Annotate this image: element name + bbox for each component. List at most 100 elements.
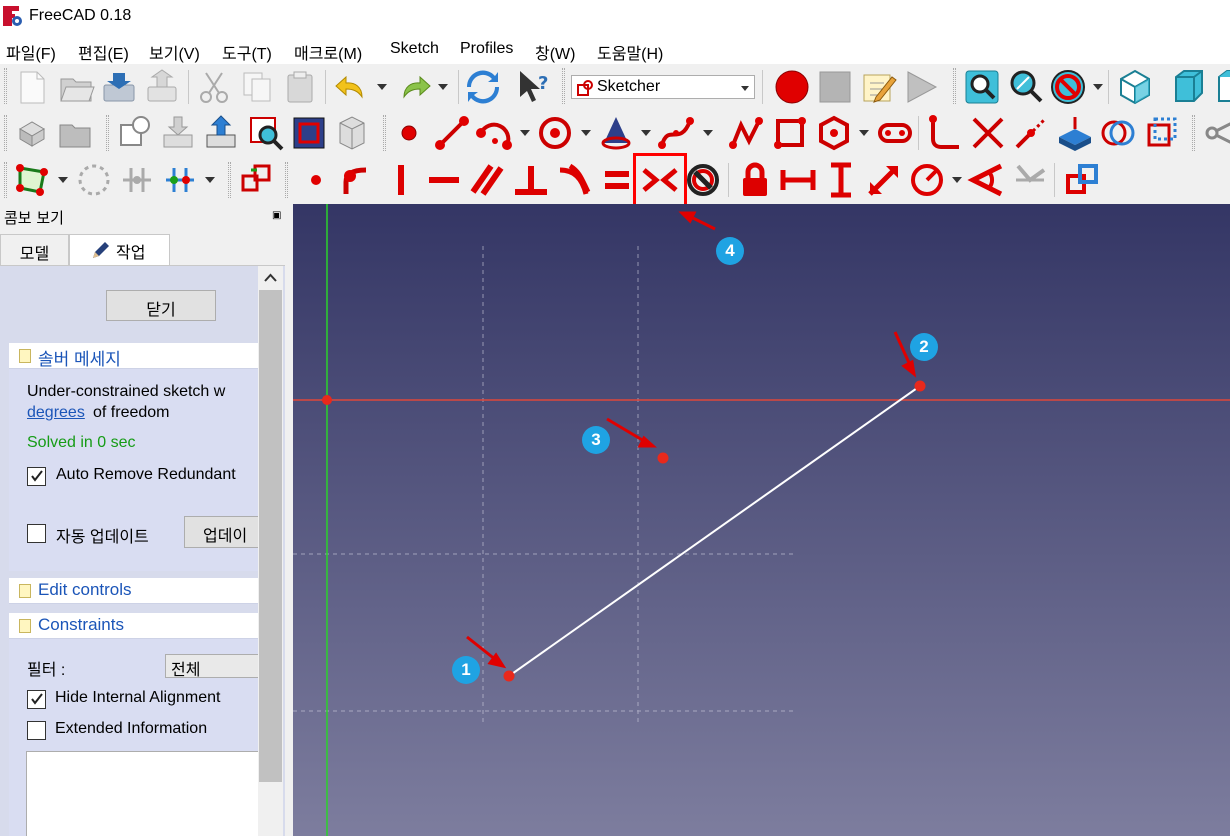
radius-dropdown-icon[interactable] <box>951 175 963 185</box>
scrollbar-thumb[interactable] <box>259 290 282 782</box>
bspline-comb-icon[interactable] <box>117 160 157 200</box>
constrain-parallel-icon[interactable] <box>467 160 507 200</box>
constrain-tangent-icon[interactable] <box>554 160 594 200</box>
toolbar-handle[interactable] <box>383 115 386 151</box>
fillet-icon[interactable] <box>925 113 965 153</box>
constrain-lock-icon[interactable] <box>735 160 775 200</box>
scroll-up-icon[interactable] <box>263 271 278 286</box>
part-icon[interactable] <box>12 113 52 153</box>
undo-icon[interactable] <box>332 67 372 107</box>
toolbar-handle[interactable] <box>562 68 565 104</box>
filter-select[interactable]: 전체 <box>165 654 265 679</box>
tab-model[interactable]: 모델 <box>0 234 69 266</box>
stop-macro-icon[interactable] <box>815 67 855 107</box>
save-document-icon[interactable] <box>99 67 139 107</box>
constrain-angle-icon[interactable] <box>967 160 1007 200</box>
bspline-tools-dropdown-icon[interactable] <box>204 175 216 185</box>
new-document-icon[interactable] <box>12 67 52 107</box>
fit-all-icon[interactable] <box>962 67 1002 107</box>
menu-window[interactable]: 창(W) <box>535 40 575 64</box>
menu-macro[interactable]: 매크로(M) <box>294 40 362 64</box>
sketch-line[interactable] <box>508 385 921 677</box>
run-macro-icon[interactable] <box>901 67 941 107</box>
hide-internal-alignment-checkbox[interactable] <box>27 690 46 709</box>
create-conic-icon[interactable] <box>596 113 636 153</box>
menu-edit[interactable]: 편집(E) <box>78 40 129 64</box>
leave-sketch-icon[interactable] <box>201 113 241 153</box>
construction-mode-icon[interactable] <box>1141 113 1181 153</box>
toolbar-handle[interactable] <box>4 115 7 151</box>
view-sketch-icon[interactable] <box>246 113 286 153</box>
sketcher-tools-icon[interactable] <box>1200 113 1230 153</box>
toolbar-handle[interactable] <box>1192 115 1195 151</box>
constrain-block-icon[interactable] <box>683 160 723 200</box>
constraints-list[interactable] <box>26 751 266 836</box>
menu-profiles[interactable]: Profiles <box>460 40 513 58</box>
panel-scrollbar[interactable] <box>258 266 283 836</box>
sketch-viewport[interactable]: 1 2 3 4 <box>293 204 1230 836</box>
create-slot-icon[interactable] <box>875 113 915 153</box>
conic-dropdown-icon[interactable] <box>640 128 652 138</box>
bspline-control-polygon-icon[interactable] <box>160 160 200 200</box>
external-geometry-icon[interactable] <box>1055 113 1095 153</box>
cut-icon[interactable] <box>194 67 234 107</box>
map-sketch-icon[interactable] <box>158 113 198 153</box>
edit-macro-icon[interactable] <box>858 67 898 107</box>
redo-dropdown-icon[interactable] <box>437 82 449 92</box>
constrain-perpendicular-icon[interactable] <box>511 160 551 200</box>
menu-view[interactable]: 보기(V) <box>149 40 200 64</box>
draw-style-dropdown-icon[interactable] <box>1092 82 1104 92</box>
create-polygon-icon[interactable] <box>814 113 854 153</box>
trim-icon[interactable] <box>968 113 1008 153</box>
toolbar-handle[interactable] <box>228 162 231 198</box>
create-arc-icon[interactable] <box>475 113 515 153</box>
menu-file[interactable]: 파일(F) <box>6 40 56 64</box>
create-rectangle-icon[interactable] <box>770 113 810 153</box>
fit-selection-icon[interactable] <box>1005 67 1045 107</box>
view-top-icon[interactable] <box>1211 67 1230 107</box>
select-dropdown-icon[interactable] <box>57 175 69 185</box>
constrain-point-on-object-icon[interactable] <box>336 160 376 200</box>
create-polyline-icon[interactable] <box>727 113 767 153</box>
toolbar-handle[interactable] <box>953 68 956 104</box>
reorient-sketch-icon[interactable] <box>332 113 372 153</box>
constrain-horizontal-distance-icon[interactable] <box>778 160 818 200</box>
constrain-distance-icon[interactable] <box>864 160 904 200</box>
constrain-snell-law-icon[interactable] <box>1010 160 1050 200</box>
create-line-icon[interactable] <box>432 113 472 153</box>
undo-dropdown-icon[interactable] <box>376 82 388 92</box>
polygon-dropdown-icon[interactable] <box>858 128 870 138</box>
redo-icon[interactable] <box>394 67 434 107</box>
sketch-canvas[interactable] <box>293 204 1230 836</box>
close-button[interactable]: 닫기 <box>106 290 216 321</box>
show-hide-internal-geometry-icon[interactable] <box>74 160 114 200</box>
new-sketch-icon[interactable] <box>115 113 155 153</box>
clone-icon[interactable] <box>237 160 277 200</box>
constraints-header[interactable]: Constraints <box>9 613 259 639</box>
auto-update-checkbox[interactable] <box>27 524 46 543</box>
create-point-icon[interactable] <box>389 113 429 153</box>
toolbar-handle[interactable] <box>285 162 288 198</box>
menu-help[interactable]: 도움말(H) <box>597 40 663 64</box>
workbench-selector[interactable]: Sketcher <box>571 75 755 99</box>
toolbar-handle[interactable] <box>4 162 7 198</box>
menu-sketch[interactable]: Sketch <box>390 40 439 58</box>
view-front-icon[interactable] <box>1168 67 1208 107</box>
toolbar-handle[interactable] <box>106 115 109 151</box>
arc-dropdown-icon[interactable] <box>519 128 531 138</box>
menu-tools[interactable]: 도구(T) <box>222 40 272 64</box>
origin-point[interactable] <box>322 395 332 405</box>
create-circle-icon[interactable] <box>535 113 575 153</box>
view-section-icon[interactable] <box>289 113 329 153</box>
view-isometric-icon[interactable] <box>1115 67 1155 107</box>
export-icon[interactable] <box>142 67 182 107</box>
line-end-point[interactable] <box>914 380 926 392</box>
toggle-driving-constraint-icon[interactable] <box>1062 160 1102 200</box>
draw-style-icon[interactable] <box>1048 67 1088 107</box>
edit-controls-header[interactable]: Edit controls <box>9 578 259 604</box>
undock-icon[interactable]: ▣ <box>272 210 281 221</box>
refresh-icon[interactable] <box>463 67 503 107</box>
constrain-vertical-icon[interactable] <box>381 160 421 200</box>
paste-icon[interactable] <box>280 67 320 107</box>
select-constraints-icon[interactable] <box>12 160 52 200</box>
